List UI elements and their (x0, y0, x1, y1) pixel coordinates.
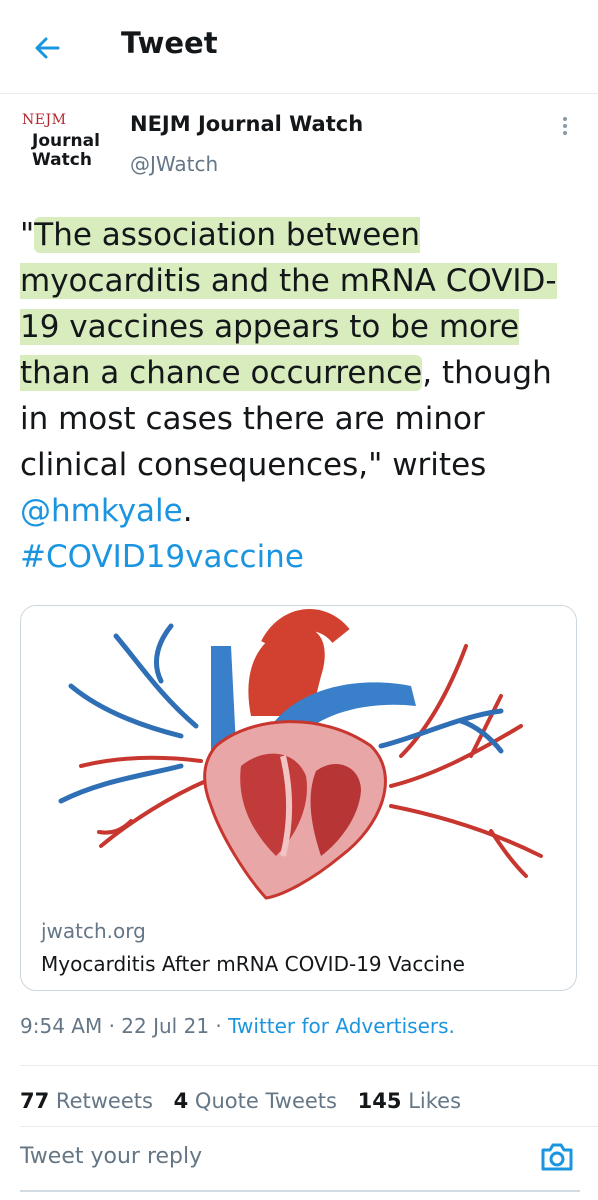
tweet-source-link[interactable]: Twitter for Advertisers. (228, 1014, 455, 1038)
tweet-stats: 77 Retweets 4 Quote Tweets 145 Likes (20, 1089, 461, 1113)
page-title: Tweet (121, 26, 218, 60)
tweet-text: "The association between myocarditis and… (20, 212, 580, 580)
meta-separator-2: · (215, 1014, 222, 1038)
retweets-count: 77 (20, 1089, 50, 1113)
more-options-icon[interactable] (555, 114, 575, 140)
top-bar: Tweet (0, 0, 598, 94)
tweet-period: . (182, 493, 193, 529)
author-handle[interactable]: @JWatch (130, 152, 218, 176)
logo-line-journal: Journal (32, 131, 100, 151)
quote-tweets-count: 4 (173, 1089, 189, 1113)
heart-illustration (21, 606, 576, 906)
tweet-time: 9:54 AM (20, 1014, 103, 1038)
logo-line-watch: Watch (32, 150, 92, 170)
logo-nejm-text: NEJM (22, 112, 67, 128)
retweets-label: Retweets (55, 1089, 153, 1113)
author-logo[interactable]: NEJM Journal Watch (18, 112, 110, 176)
likes-label: Likes (408, 1089, 462, 1113)
quote-tweets-stat[interactable]: 4 Quote Tweets (174, 1089, 337, 1113)
card-domain: jwatch.org (41, 919, 146, 943)
link-card[interactable]: jwatch.org Myocarditis After mRNA COVID-… (20, 605, 577, 991)
tweet-quote-open: " (20, 217, 35, 253)
meta-separator: · (108, 1014, 115, 1038)
likes-count: 145 (357, 1089, 402, 1113)
reply-underline (20, 1190, 580, 1192)
quote-tweets-label: Quote Tweets (194, 1089, 337, 1113)
retweets-stat[interactable]: 77 Retweets (20, 1089, 153, 1113)
camera-icon[interactable] (538, 1138, 576, 1176)
tweet-date: 22 Jul 21 (121, 1014, 210, 1038)
hashtag-link[interactable]: #COVID19vaccine (20, 539, 304, 575)
mention-link[interactable]: @hmkyale (20, 493, 183, 529)
divider (20, 1065, 598, 1066)
divider-2 (20, 1126, 598, 1127)
arrow-left-icon[interactable] (28, 28, 68, 68)
likes-stat[interactable]: 145 Likes (358, 1089, 461, 1113)
author-name[interactable]: NEJM Journal Watch (130, 112, 363, 136)
tweet-meta: 9:54 AM · 22 Jul 21 · Twitter for Advert… (20, 1014, 455, 1038)
logo-journal-watch-text: Journal Watch (32, 132, 100, 170)
reply-input[interactable]: Tweet your reply (20, 1144, 202, 1169)
card-title: Myocarditis After mRNA COVID-19 Vaccine (41, 952, 465, 976)
